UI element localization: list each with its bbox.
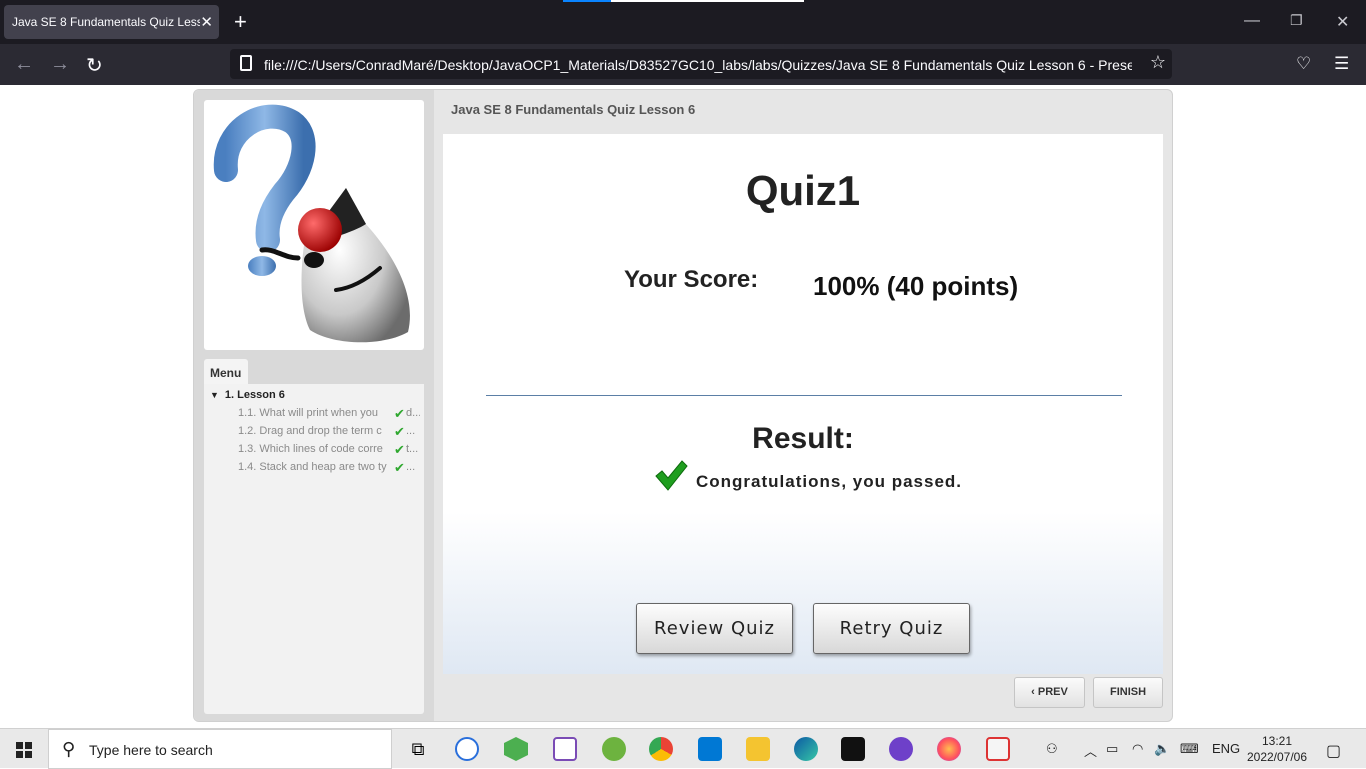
url-text[interactable]: file:///C:/Users/ConradMaré/Desktop/Java… bbox=[264, 57, 1132, 73]
menu-item-ellipsis: d... bbox=[406, 407, 420, 419]
task-view-icon[interactable]: ⧉ bbox=[406, 737, 430, 761]
volume-icon[interactable]: 🔈 bbox=[1154, 741, 1170, 757]
score-value: 100% (40 points) bbox=[813, 271, 1019, 301]
forward-icon[interactable]: → bbox=[50, 53, 70, 76]
menu-item-label: 1.2. Drag and drop the term c bbox=[238, 425, 382, 437]
menu-tab[interactable]: Menu bbox=[204, 359, 248, 385]
close-tab-icon[interactable]: ✕ bbox=[200, 13, 213, 31]
menu-item-ellipsis: ... bbox=[406, 461, 416, 473]
search-placeholder: Type here to search bbox=[89, 742, 213, 758]
check-icon: ✔ bbox=[394, 425, 405, 439]
menu-item-1-2[interactable]: 1.2. Drag and drop the term c ✔ ... bbox=[238, 425, 420, 441]
address-bar[interactable]: file:///C:/Users/ConradMaré/Desktop/Java… bbox=[230, 49, 1172, 79]
vscode-icon[interactable] bbox=[698, 737, 722, 761]
clock[interactable]: 13:21 2022/07/06 bbox=[1244, 733, 1310, 765]
menu-item-ellipsis: t... bbox=[406, 443, 419, 455]
restore-icon[interactable]: ❐ bbox=[1290, 12, 1303, 29]
browser-tab[interactable]: Java SE 8 Fundamentals Quiz Lesson 6 - P… bbox=[4, 5, 219, 39]
notification-icon[interactable]: ▢ bbox=[1326, 741, 1341, 761]
menu-hamburger-icon[interactable]: ☰ bbox=[1334, 54, 1349, 74]
bookmark-star-icon[interactable]: ☆ bbox=[1150, 52, 1166, 73]
nodejs-icon[interactable] bbox=[504, 737, 528, 761]
taskbar-search[interactable]: ⚲ Type here to search bbox=[48, 729, 392, 769]
review-quiz-button[interactable]: Review Quiz bbox=[636, 603, 793, 654]
quiz-logo bbox=[204, 100, 424, 350]
reload-icon[interactable]: ↻ bbox=[86, 53, 103, 78]
wifi-icon[interactable]: ◠ bbox=[1132, 741, 1143, 757]
divider bbox=[486, 395, 1122, 396]
result-message: Congratulations, you passed. bbox=[696, 472, 963, 491]
expand-triangle-icon[interactable]: ▼ bbox=[210, 390, 219, 400]
tab-bar-highlight bbox=[563, 0, 804, 2]
github-desktop-icon[interactable] bbox=[889, 737, 913, 761]
file-explorer-icon[interactable] bbox=[746, 737, 770, 761]
browser-nav-bar: ← → ↻ file:///C:/Users/ConradMaré/Deskto… bbox=[0, 44, 1366, 85]
intellij-icon[interactable] bbox=[841, 737, 865, 761]
firefox-icon[interactable] bbox=[937, 737, 961, 761]
quiz-content: Quiz1 Your Score: 100% (40 points) Resul… bbox=[443, 134, 1163, 674]
check-icon: ✔ bbox=[394, 461, 405, 475]
clock-date: 2022/07/06 bbox=[1246, 750, 1308, 764]
keyboard-icon[interactable]: ⌨ bbox=[1180, 741, 1199, 757]
menu-panel: ▼ 1. Lesson 6 1.1. What will print when y… bbox=[204, 384, 424, 714]
new-tab-icon[interactable]: + bbox=[234, 9, 247, 35]
quiz-player: Menu ▼ 1. Lesson 6 1.1. What will print w… bbox=[193, 89, 1173, 722]
menu-item-1-3[interactable]: 1.3. Which lines of code corre ✔ t... bbox=[238, 443, 420, 459]
taskbar: ⚲ Type here to search ⧉ ⚇ ︿ ▭ ◠ 🔈 ⌨ ENG … bbox=[0, 728, 1366, 769]
people-icon[interactable]: ⚇ bbox=[1046, 741, 1058, 757]
windows-start-icon[interactable] bbox=[16, 742, 32, 758]
box-app-icon[interactable] bbox=[553, 737, 577, 761]
prev-button[interactable]: ‹ PREV bbox=[1014, 677, 1085, 708]
chevron-left-icon: ‹ bbox=[1031, 686, 1038, 698]
chevron-up-icon[interactable]: ︿ bbox=[1084, 741, 1097, 760]
finish-button[interactable]: FINISH bbox=[1093, 677, 1163, 708]
search-icon: ⚲ bbox=[62, 739, 76, 759]
menu-item-1-1[interactable]: 1.1. What will print when you ✔ d... bbox=[238, 407, 420, 423]
quiz-title: Quiz1 bbox=[745, 167, 861, 214]
duke-question-mark-icon bbox=[213, 104, 410, 343]
spring-icon[interactable] bbox=[602, 737, 626, 761]
menu-item-ellipsis: ... bbox=[406, 425, 416, 437]
lesson-label: 1. Lesson 6 bbox=[224, 389, 285, 401]
checkmark-icon bbox=[655, 460, 688, 491]
menu-item-label: 1.4. Stack and heap are two ty bbox=[238, 461, 387, 473]
quiz-header-title: Java SE 8 Fundamentals Quiz Lesson 6 bbox=[451, 102, 696, 117]
edge-icon[interactable] bbox=[794, 737, 818, 761]
result-label: Result: bbox=[752, 422, 854, 455]
clock-time: 13:21 bbox=[1261, 734, 1293, 748]
pocket-icon[interactable]: ♡ bbox=[1296, 54, 1311, 74]
menu-item-label: 1.3. Which lines of code corre bbox=[238, 443, 383, 455]
menu-item-1-4[interactable]: 1.4. Stack and heap are two ty ✔ ... bbox=[238, 461, 420, 477]
file-icon bbox=[240, 55, 252, 71]
retry-quiz-button[interactable]: Retry Quiz bbox=[813, 603, 970, 654]
minimize-icon[interactable]: — bbox=[1244, 12, 1260, 30]
back-icon[interactable]: ← bbox=[14, 53, 34, 76]
language-indicator[interactable]: ENG bbox=[1212, 741, 1240, 756]
score-label: Your Score: bbox=[624, 266, 759, 293]
tab-title: Java SE 8 Fundamentals Quiz Lesson 6 - P… bbox=[12, 15, 200, 29]
chrome-icon[interactable] bbox=[649, 737, 673, 761]
prev-label: PREV bbox=[1037, 686, 1068, 698]
battery-icon[interactable]: ▭ bbox=[1106, 741, 1118, 757]
left-sidebar: Menu ▼ 1. Lesson 6 1.1. What will print w… bbox=[194, 90, 434, 721]
menu-lesson-item[interactable]: ▼ 1. Lesson 6 bbox=[210, 389, 285, 401]
check-icon: ✔ bbox=[394, 443, 405, 457]
chat-app-icon[interactable] bbox=[455, 737, 479, 761]
browser-tab-bar: Java SE 8 Fundamentals Quiz Lesson 6 - P… bbox=[0, 0, 1366, 44]
check-icon: ✔ bbox=[394, 407, 405, 421]
snipping-tool-icon[interactable] bbox=[986, 737, 1010, 761]
close-window-icon[interactable]: ✕ bbox=[1336, 12, 1349, 32]
menu-item-label: 1.1. What will print when you bbox=[238, 407, 379, 419]
